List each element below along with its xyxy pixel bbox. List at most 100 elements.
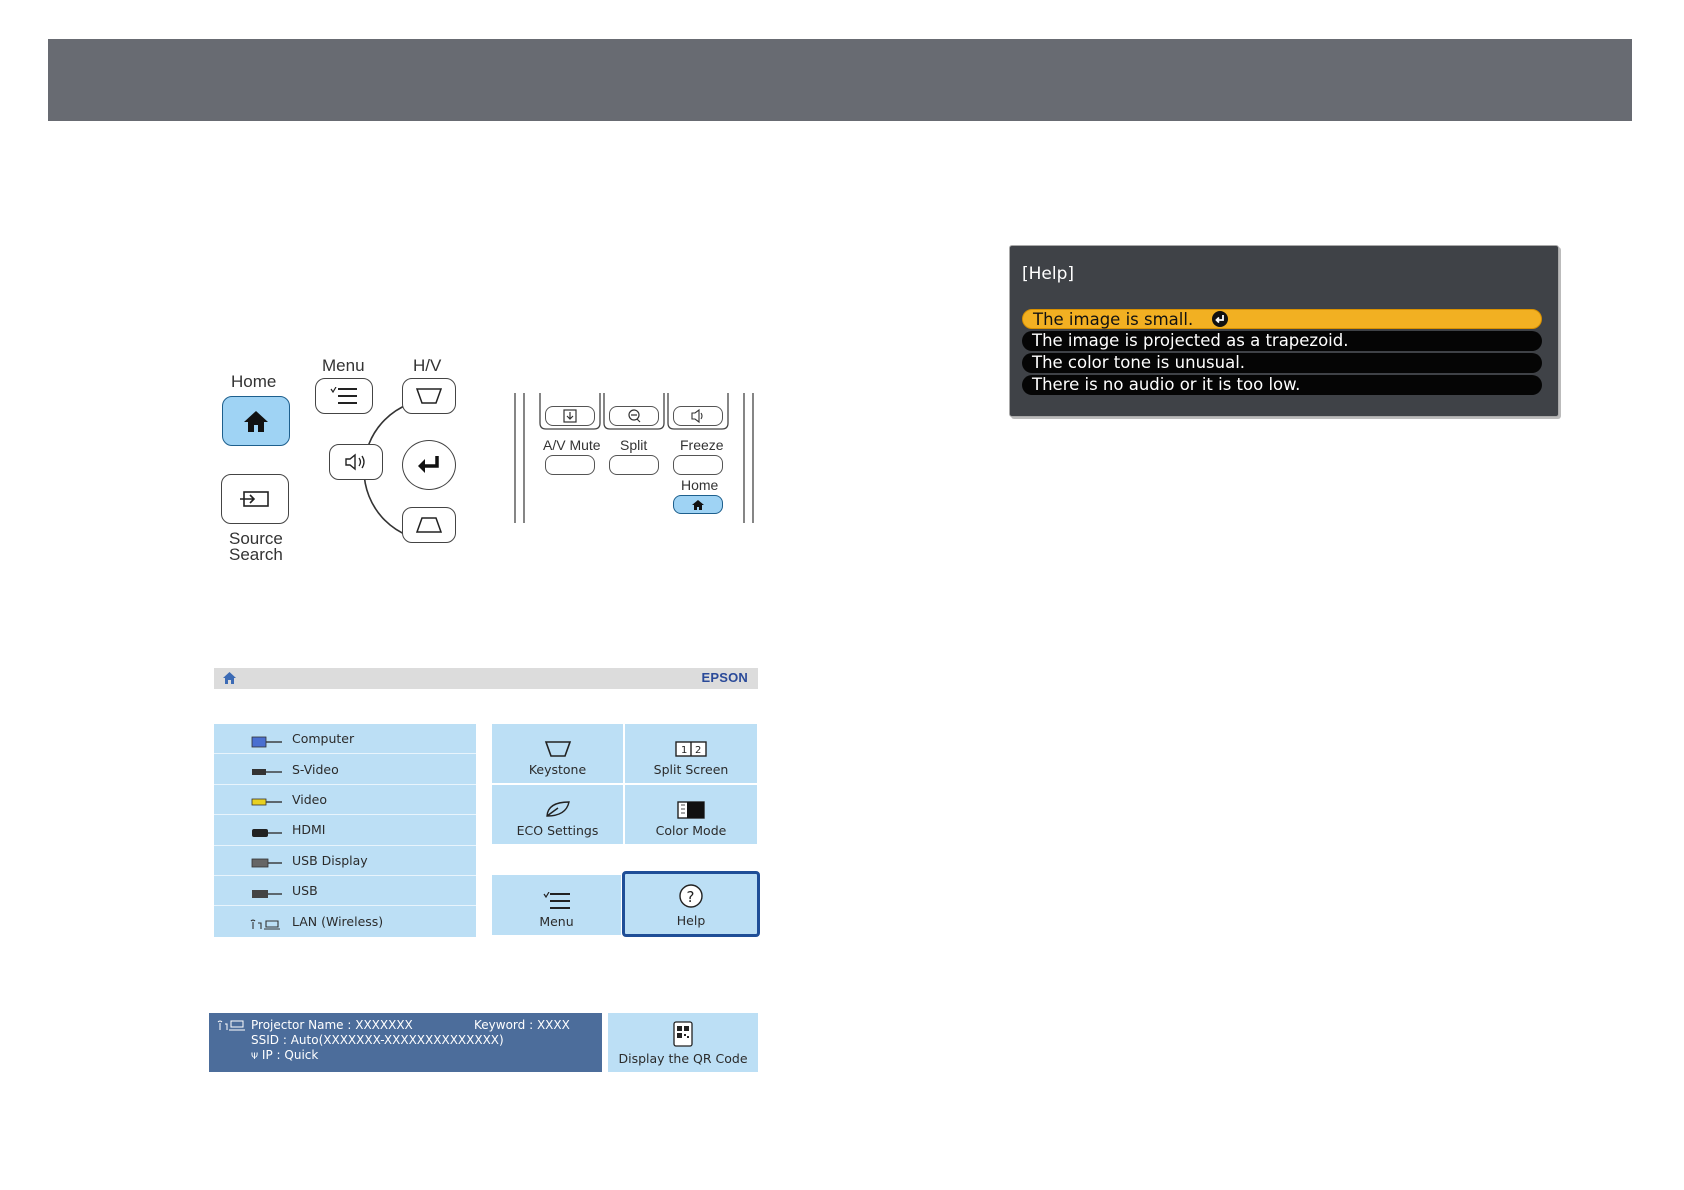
source-item-usb[interactable]: USB [214, 875, 476, 907]
menu-icon [543, 892, 570, 909]
split-button[interactable] [609, 455, 659, 475]
home-button[interactable] [222, 396, 290, 446]
av-mute-label: A/V Mute [543, 437, 601, 453]
enter-button[interactable] [402, 440, 456, 490]
freeze-button[interactable] [673, 455, 723, 475]
remote-home-button[interactable] [673, 495, 723, 514]
source-list: Computer S-Video Video HDMI USB Display … [214, 724, 476, 937]
help-dialog: [Help] The image is small. The image is … [1009, 245, 1559, 417]
source-label: S-Video [292, 761, 339, 777]
help-item-label: There is no audio or it is too low. [1032, 375, 1301, 394]
svg-text:2: 2 [695, 745, 701, 756]
home-icon [244, 411, 268, 432]
help-question-icon: ? [679, 884, 703, 908]
ip-row: Ψ IP : Quick [251, 1048, 318, 1062]
source-label-line2: Search [229, 545, 283, 564]
source-item-hdmi[interactable]: HDMI [214, 815, 476, 846]
hdmi-port-icon [250, 824, 284, 837]
keyword-value: XXXX [536, 1018, 570, 1032]
remote-volume-button[interactable] [673, 406, 723, 426]
tile-label: Keystone [528, 762, 587, 777]
keystone-down-button[interactable] [402, 507, 456, 543]
network-info-bar: Projector Name : XXXXXXX Keyword : XXXX … [209, 1013, 602, 1072]
help-item-label: The image is projected as a trapezoid. [1032, 331, 1349, 350]
keystone-icon [415, 388, 443, 404]
source-label: HDMI [292, 822, 326, 838]
hv-key-label: H/V [413, 356, 442, 375]
color-mode-icon [677, 801, 705, 819]
help-item[interactable]: There is no audio or it is too low. [1022, 375, 1542, 395]
help-item-selected[interactable]: The image is small. [1022, 309, 1542, 329]
computer-port-icon [250, 733, 284, 748]
keystone-icon [544, 741, 571, 757]
source-label: LAN (Wireless) [292, 914, 384, 930]
ip-value: Quick [284, 1048, 319, 1062]
tile-label: Display the QR Code [618, 1051, 748, 1066]
remote-zoom-button[interactable] [609, 406, 659, 426]
home-key-label: Home [231, 372, 277, 391]
keystone-up-button[interactable] [402, 378, 456, 414]
remote-source-button[interactable] [545, 406, 595, 426]
remote-home-label: Home [681, 477, 719, 493]
leaf-icon [545, 801, 570, 817]
source-item-usb-display[interactable]: USB Display [214, 845, 476, 876]
home-icon [692, 499, 704, 510]
source-item-svideo[interactable]: S-Video [214, 754, 476, 785]
help-item[interactable]: The color tone is unusual. [1022, 353, 1542, 373]
keystone-tile[interactable]: Keystone [492, 724, 623, 783]
tile-label: Color Mode [655, 823, 727, 838]
tile-label: ECO Settings [516, 823, 599, 838]
freeze-label: Freeze [680, 437, 724, 453]
svg-text:1: 1 [681, 745, 687, 756]
source-search-button[interactable] [221, 474, 289, 524]
home-screen-header: EPSON [214, 668, 758, 689]
svg-text:?: ? [687, 888, 695, 906]
projector-name-row: Projector Name : XXXXXXX [251, 1018, 413, 1032]
home-icon [223, 672, 236, 684]
source-label: USB [292, 883, 318, 899]
ssid-label: SSID : [251, 1033, 287, 1047]
source-search-icon [240, 491, 269, 507]
lan-wireless-icon [250, 916, 284, 930]
source-label: Computer [292, 731, 355, 747]
menu-icon [330, 387, 357, 404]
usb-port-icon [250, 885, 284, 898]
tile-label: Menu [539, 914, 574, 929]
qr-phone-icon [673, 1021, 693, 1047]
video-port-icon [250, 793, 284, 806]
tile-label: Help [676, 913, 706, 928]
epson-logo: EPSON [701, 670, 748, 685]
eco-settings-tile[interactable]: ECO Settings [492, 785, 623, 844]
source-item-video[interactable]: Video [214, 784, 476, 816]
antenna-icon: Ψ [251, 1052, 259, 1062]
split-screen-tile[interactable]: 12 Split Screen [625, 724, 757, 783]
help-tile[interactable]: ? Help [622, 871, 760, 937]
projector-name-label: Projector Name : [251, 1018, 352, 1032]
av-mute-button[interactable] [545, 455, 595, 475]
download-box-icon [563, 409, 577, 423]
menu-tile[interactable]: Menu [492, 875, 621, 935]
tile-label: Split Screen [653, 762, 729, 777]
source-label: Video [292, 791, 328, 807]
source-item-lan[interactable]: LAN (Wireless) [214, 906, 476, 937]
display-qr-code-tile[interactable]: Display the QR Code [608, 1013, 758, 1072]
help-dialog-title: [Help] [1022, 264, 1075, 284]
speaker-icon [691, 408, 703, 424]
help-item[interactable]: The image is projected as a trapezoid. [1022, 331, 1542, 351]
menu-key-label: Menu [322, 356, 365, 375]
lan-wireless-icon [217, 1020, 245, 1031]
zoom-out-icon [628, 409, 641, 423]
usb-display-port-icon [250, 854, 284, 868]
page-header-bar [48, 39, 1632, 121]
keyword-label: Keyword : [474, 1018, 534, 1032]
projector-name-value: XXXXXXX [355, 1018, 413, 1032]
volume-button[interactable] [329, 444, 383, 480]
split-label: Split [620, 437, 648, 453]
color-mode-tile[interactable]: Color Mode [625, 785, 757, 844]
ssid-value: Auto(XXXXXXX-XXXXXXXXXXXXXX) [290, 1033, 504, 1047]
speaker-icon [345, 453, 365, 471]
source-item-computer[interactable]: Computer [214, 724, 476, 755]
source-label: USB Display [292, 852, 368, 868]
keystone-down-icon [415, 517, 443, 533]
menu-button[interactable] [315, 378, 373, 414]
